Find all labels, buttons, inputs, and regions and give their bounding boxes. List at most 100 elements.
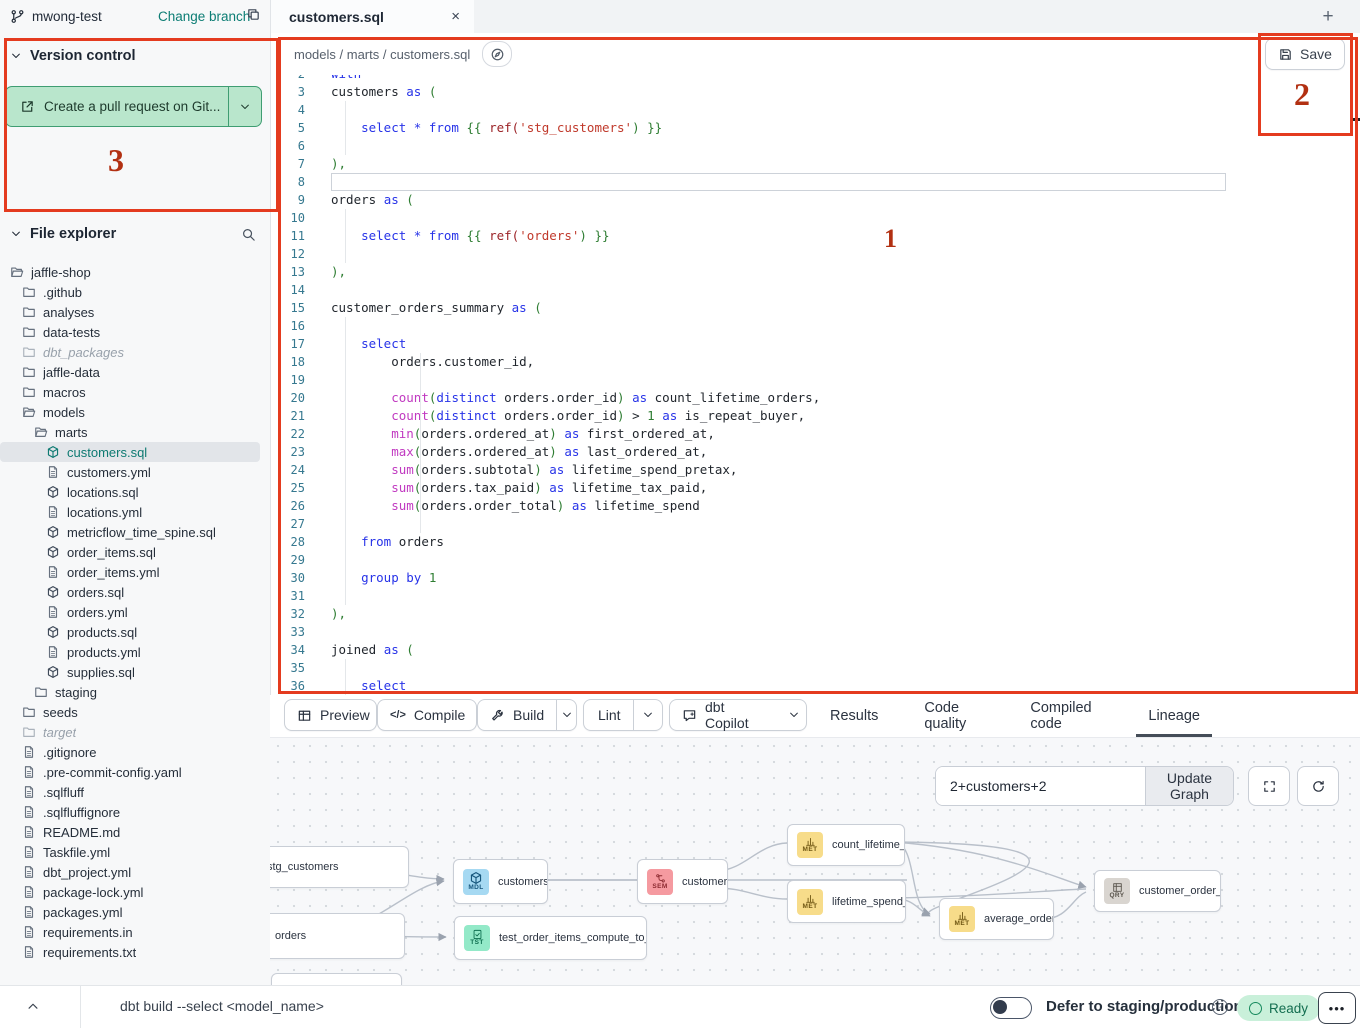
file-tree-item-locations-sql[interactable]: locations.sql bbox=[0, 482, 270, 502]
file-tree-item-jaffle-data[interactable]: jaffle-data bbox=[0, 362, 270, 382]
code-line-32[interactable]: 32), bbox=[271, 605, 1360, 623]
code-line-10[interactable]: 10 bbox=[271, 209, 1360, 227]
file-tree-item--sqlfluff[interactable]: .sqlfluff bbox=[0, 782, 270, 802]
more-options-button[interactable]: ••• bbox=[1318, 992, 1356, 1024]
file-tree-item-locations-yml[interactable]: locations.yml bbox=[0, 502, 270, 522]
refresh-button[interactable] bbox=[1297, 766, 1339, 806]
dbt-copilot-button[interactable]: dbt Copilot bbox=[669, 699, 807, 731]
lint-dropdown[interactable] bbox=[633, 700, 662, 730]
create-pull-request-button[interactable]: Create a pull request on Git... bbox=[5, 86, 262, 127]
file-tree-item-macros[interactable]: macros bbox=[0, 382, 270, 402]
panel-tab-lineage[interactable]: Lineage bbox=[1148, 695, 1200, 737]
preview-button[interactable]: Preview bbox=[284, 699, 377, 731]
code-line-24[interactable]: 24 sum(orders.subtotal) as lifetime_spen… bbox=[271, 461, 1360, 479]
file-tree-item-package-lock-yml[interactable]: package-lock.yml bbox=[0, 882, 270, 902]
file-tree-item-orders-yml[interactable]: orders.yml bbox=[0, 602, 270, 622]
code-line-18[interactable]: 18 orders.customer_id, bbox=[271, 353, 1360, 371]
fullscreen-button[interactable] bbox=[1248, 766, 1290, 806]
code-line-34[interactable]: 34joined as ( bbox=[271, 641, 1360, 659]
file-tree-item--pre-commit-config-yaml[interactable]: .pre-commit-config.yaml bbox=[0, 762, 270, 782]
code-line-26[interactable]: 26 sum(orders.order_total) as lifetime_s… bbox=[271, 497, 1360, 515]
file-tree-item-supplies-sql[interactable]: supplies.sql bbox=[0, 662, 270, 682]
file-tree-item-jaffle-shop[interactable]: jaffle-shop bbox=[0, 262, 270, 282]
code-line-25[interactable]: 25 sum(orders.tax_paid) as lifetime_tax_… bbox=[271, 479, 1360, 497]
code-line-9[interactable]: 9orders as ( bbox=[271, 191, 1360, 209]
file-tree-item-data-tests[interactable]: data-tests bbox=[0, 322, 270, 342]
file-tree-item-analyses[interactable]: analyses bbox=[0, 302, 270, 322]
scroll-position-indicator[interactable] bbox=[1350, 118, 1360, 121]
file-tree-item-packages-yml[interactable]: packages.yml bbox=[0, 902, 270, 922]
file-tree-item-customers-sql[interactable]: customers.sql bbox=[0, 442, 260, 462]
code-line-6[interactable]: 6 bbox=[271, 137, 1360, 155]
file-tree-item-order-items-yml[interactable]: order_items.yml bbox=[0, 562, 270, 582]
file-tree-item-products-sql[interactable]: products.sql bbox=[0, 622, 270, 642]
file-tree-item-staging[interactable]: staging bbox=[0, 682, 270, 702]
file-tree-item-metricflow-time-spine-sql[interactable]: metricflow_time_spine.sql bbox=[0, 522, 270, 542]
defer-toggle[interactable] bbox=[990, 997, 1032, 1019]
code-line-30[interactable]: 30 group by 1 bbox=[271, 569, 1360, 587]
panel-tab-results[interactable]: Results bbox=[830, 695, 878, 737]
lineage-selector-input[interactable] bbox=[936, 767, 1145, 805]
file-tree-item-seeds[interactable]: seeds bbox=[0, 702, 270, 722]
code-line-14[interactable]: 14 bbox=[271, 281, 1360, 299]
panel-tab-code-quality[interactable]: Code quality bbox=[924, 695, 984, 737]
copilot-dropdown[interactable] bbox=[781, 700, 806, 730]
model-docs-button[interactable] bbox=[482, 41, 512, 67]
code-line-21[interactable]: 21 count(distinct orders.order_id) > 1 a… bbox=[271, 407, 1360, 425]
panel-tab-compiled-code[interactable]: Compiled code bbox=[1030, 695, 1102, 737]
lineage-node-customer_order_metrics[interactable]: QRYcustomer_order_metrics bbox=[1094, 870, 1221, 912]
code-line-36[interactable]: 36 select bbox=[271, 677, 1360, 695]
branch-selector[interactable]: mwong-test bbox=[10, 0, 102, 33]
code-line-2[interactable]: 2with bbox=[271, 75, 1360, 83]
expand-command-bar-icon[interactable] bbox=[26, 999, 40, 1013]
lineage-node-lifetime_spend_pretax[interactable]: METlifetime_spend_pretax bbox=[787, 880, 906, 923]
lineage-node-orders[interactable]: orders bbox=[270, 913, 405, 959]
code-line-29[interactable]: 29 bbox=[271, 551, 1360, 569]
code-line-28[interactable]: 28 from orders bbox=[271, 533, 1360, 551]
code-line-11[interactable]: 11 select * from {{ ref('orders') }} bbox=[271, 227, 1360, 245]
file-tree-item-dbt-project-yml[interactable]: dbt_project.yml bbox=[0, 862, 270, 882]
code-line-17[interactable]: 17 select bbox=[271, 335, 1360, 353]
file-tree-item-taskfile-yml[interactable]: Taskfile.yml bbox=[0, 842, 270, 862]
code-line-13[interactable]: 13), bbox=[271, 263, 1360, 281]
version-control-header[interactable]: Version control bbox=[10, 48, 136, 64]
file-tree-item-orders-sql[interactable]: orders.sql bbox=[0, 582, 270, 602]
change-branch-link[interactable]: Change branch bbox=[158, 0, 250, 33]
tab-customers-sql[interactable]: customers.sql × bbox=[270, 0, 475, 33]
lineage-node-count_lifetime_orders[interactable]: METcount_lifetime_orders bbox=[787, 824, 905, 866]
file-tree-item-readme-md[interactable]: README.md bbox=[0, 822, 270, 842]
build-button[interactable]: Build bbox=[477, 699, 577, 731]
code-line-35[interactable]: 35 bbox=[271, 659, 1360, 677]
file-tree-item-customers-yml[interactable]: customers.yml bbox=[0, 462, 270, 482]
code-line-33[interactable]: 33 bbox=[271, 623, 1360, 641]
file-explorer-header[interactable]: File explorer bbox=[10, 226, 260, 242]
lint-button[interactable]: Lint bbox=[583, 699, 663, 731]
search-icon[interactable] bbox=[241, 227, 256, 242]
copy-branch-icon[interactable] bbox=[246, 7, 261, 22]
code-line-23[interactable]: 23 max(orders.ordered_at) as last_ordere… bbox=[271, 443, 1360, 461]
file-tree-item--sqlfluffignore[interactable]: .sqlfluffignore bbox=[0, 802, 270, 822]
file-tree-item-models[interactable]: models bbox=[0, 402, 270, 422]
compile-button[interactable]: </> Compile bbox=[377, 699, 477, 731]
code-line-27[interactable]: 27 bbox=[271, 515, 1360, 533]
code-line-3[interactable]: 3customers as ( bbox=[271, 83, 1360, 101]
file-tree-item-dbt-packages[interactable]: dbt_packages bbox=[0, 342, 270, 362]
lineage-node-stg_customers[interactable]: stg_customers bbox=[270, 846, 409, 888]
new-tab-button[interactable]: + bbox=[1308, 0, 1348, 33]
code-line-22[interactable]: 22 min(orders.ordered_at) as first_order… bbox=[271, 425, 1360, 443]
code-line-5[interactable]: 5 select * from {{ ref('stg_customers') … bbox=[271, 119, 1360, 137]
file-tree-item-target[interactable]: target bbox=[0, 722, 270, 742]
command-hint[interactable]: dbt build --select <model_name> bbox=[120, 998, 324, 1014]
update-graph-button[interactable]: Update Graph bbox=[1145, 767, 1233, 805]
code-line-15[interactable]: 15customer_orders_summary as ( bbox=[271, 299, 1360, 317]
build-dropdown[interactable] bbox=[556, 700, 576, 730]
code-line-4[interactable]: 4 bbox=[271, 101, 1360, 119]
pr-button-dropdown[interactable] bbox=[228, 87, 261, 126]
code-line-8[interactable]: 8 bbox=[271, 173, 1360, 191]
lineage-node-customers_sem[interactable]: SEMcustomers bbox=[637, 859, 728, 904]
file-tree-item-marts[interactable]: marts bbox=[0, 422, 270, 442]
file-tree-item-products-yml[interactable]: products.yml bbox=[0, 642, 270, 662]
help-icon[interactable]: ? bbox=[1212, 999, 1228, 1015]
lineage-node-customers_mdl[interactable]: MDLcustomers bbox=[453, 859, 548, 904]
lineage-node-test_order_items[interactable]: TSTtest_order_items_compute_to_bools... bbox=[454, 916, 647, 960]
